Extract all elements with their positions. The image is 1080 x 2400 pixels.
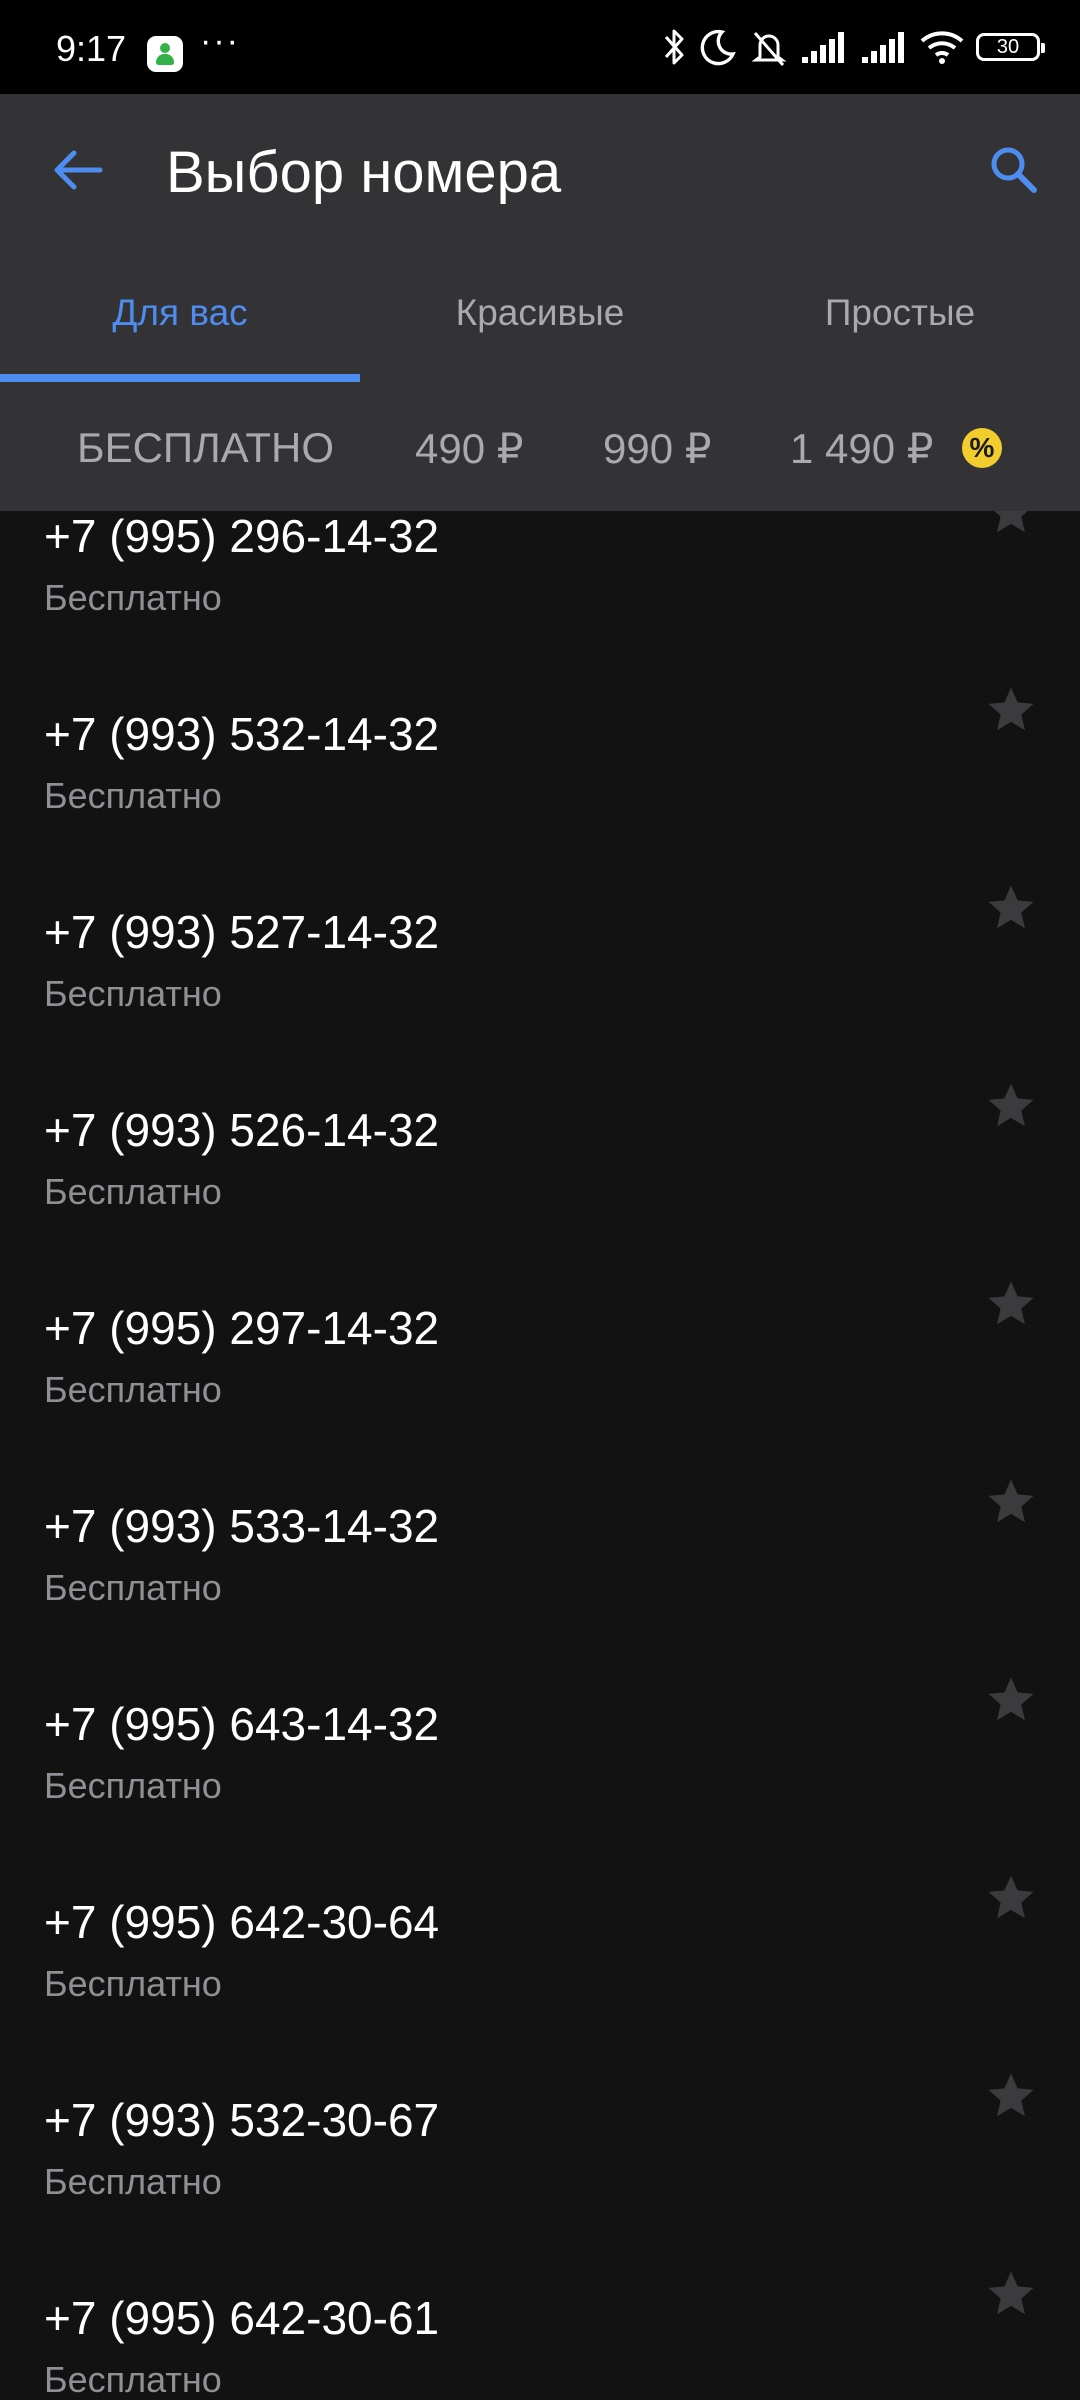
list-item[interactable]: +7 (993) 526-14-32 Бесплатно: [0, 1079, 1080, 1277]
price-label: Бесплатно: [44, 973, 222, 1014]
price-filter-free[interactable]: БЕСПЛАТНО: [77, 424, 334, 472]
discount-badge: %: [962, 428, 1002, 468]
page-title: Выбор номера: [166, 140, 562, 205]
tab-label: Красивые: [455, 292, 625, 333]
signal-icon: [862, 32, 904, 63]
battery-level: 30: [996, 35, 1020, 58]
search-button[interactable]: [984, 140, 1044, 200]
list-item[interactable]: +7 (993) 532-30-67 Бесплатно: [0, 2069, 1080, 2267]
star-icon[interactable]: [984, 1871, 1038, 1925]
tab-bar: Для вас Красивые Простые: [0, 260, 1080, 382]
bell-muted-icon: [751, 32, 787, 66]
phone-number: +7 (995) 296-14-32: [44, 511, 440, 562]
phone-number: +7 (993) 526-14-32: [44, 1104, 440, 1156]
price-filter-490[interactable]: 490 ₽: [415, 424, 523, 473]
star-icon[interactable]: [984, 2267, 1038, 2321]
tab-label: Для вас: [112, 292, 248, 333]
phone-number: +7 (995) 297-14-32: [44, 1302, 440, 1354]
list-item[interactable]: +7 (995) 643-14-32 Бесплатно: [0, 1673, 1080, 1871]
price-filter-1490[interactable]: 1 490 ₽: [790, 424, 934, 473]
list-item[interactable]: +7 (995) 642-30-64 Бесплатно: [0, 1871, 1080, 2069]
price-filter-bar: БЕСПЛАТНО 490 ₽ 990 ₽ 1 490 ₽: [0, 396, 1080, 500]
number-list: +7 (995) 296-14-32 Бесплатно +7 (993) 53…: [0, 511, 1080, 2400]
price-label: Бесплатно: [44, 1171, 222, 1212]
more-notifications-icon: ···: [200, 22, 240, 60]
price-label: Бесплатно: [44, 775, 222, 816]
arrow-left-icon: [54, 150, 103, 190]
list-item[interactable]: +7 (995) 297-14-32 Бесплатно: [0, 1277, 1080, 1475]
bluetooth-icon: [664, 29, 684, 65]
list-item[interactable]: +7 (995) 642-30-61 Бесплатно: [0, 2267, 1080, 2400]
star-icon[interactable]: [984, 683, 1038, 737]
phone-number: +7 (995) 642-30-61: [44, 2292, 440, 2344]
star-icon[interactable]: [984, 2069, 1038, 2123]
status-icons: 30: [660, 24, 1045, 70]
phone-number: +7 (993) 532-30-67: [44, 2094, 440, 2146]
star-icon[interactable]: [984, 881, 1038, 935]
tab-beautiful[interactable]: Красивые: [360, 260, 720, 380]
price-label: Бесплатно: [44, 2161, 222, 2202]
wifi-icon: [920, 31, 964, 64]
star-icon[interactable]: [984, 1079, 1038, 1133]
tab-simple[interactable]: Простые: [720, 260, 1080, 380]
do-not-disturb-icon: [700, 29, 736, 66]
tab-for-you[interactable]: Для вас: [0, 260, 360, 382]
price-label: Бесплатно: [44, 1765, 222, 1806]
star-icon[interactable]: [984, 511, 1038, 539]
price-label: Бесплатно: [44, 1567, 222, 1608]
price-label: Бесплатно: [44, 1369, 222, 1410]
list-item[interactable]: +7 (993) 533-14-32 Бесплатно: [0, 1475, 1080, 1673]
price-filter-990[interactable]: 990 ₽: [603, 424, 711, 473]
star-icon[interactable]: [984, 1673, 1038, 1727]
status-bar: 9:17 ··· 30: [0, 0, 1080, 94]
phone-number: +7 (995) 643-14-32: [44, 1698, 440, 1750]
phone-number: +7 (995) 642-30-64: [44, 1896, 440, 1948]
tab-label: Простые: [824, 292, 976, 333]
list-item[interactable]: +7 (993) 527-14-32 Бесплатно: [0, 881, 1080, 1079]
list-item[interactable]: +7 (995) 296-14-32 Бесплатно: [0, 511, 1080, 683]
search-icon: [991, 147, 1037, 193]
signal-icon: [802, 32, 844, 63]
status-time: 9:17: [56, 28, 127, 69]
price-label: Бесплатно: [44, 577, 222, 618]
app-notification-icon: [147, 36, 183, 72]
star-icon[interactable]: [984, 1475, 1038, 1529]
list-item[interactable]: +7 (993) 532-14-32 Бесплатно: [0, 683, 1080, 881]
phone-number: +7 (993) 532-14-32: [44, 708, 440, 760]
star-icon[interactable]: [984, 1277, 1038, 1331]
battery-icon: 30: [976, 33, 1045, 61]
back-button[interactable]: [48, 140, 108, 200]
price-label: Бесплатно: [44, 1963, 222, 2004]
phone-number: +7 (993) 533-14-32: [44, 1500, 440, 1552]
price-label: Бесплатно: [44, 2359, 222, 2400]
phone-number: +7 (993) 527-14-32: [44, 906, 440, 958]
